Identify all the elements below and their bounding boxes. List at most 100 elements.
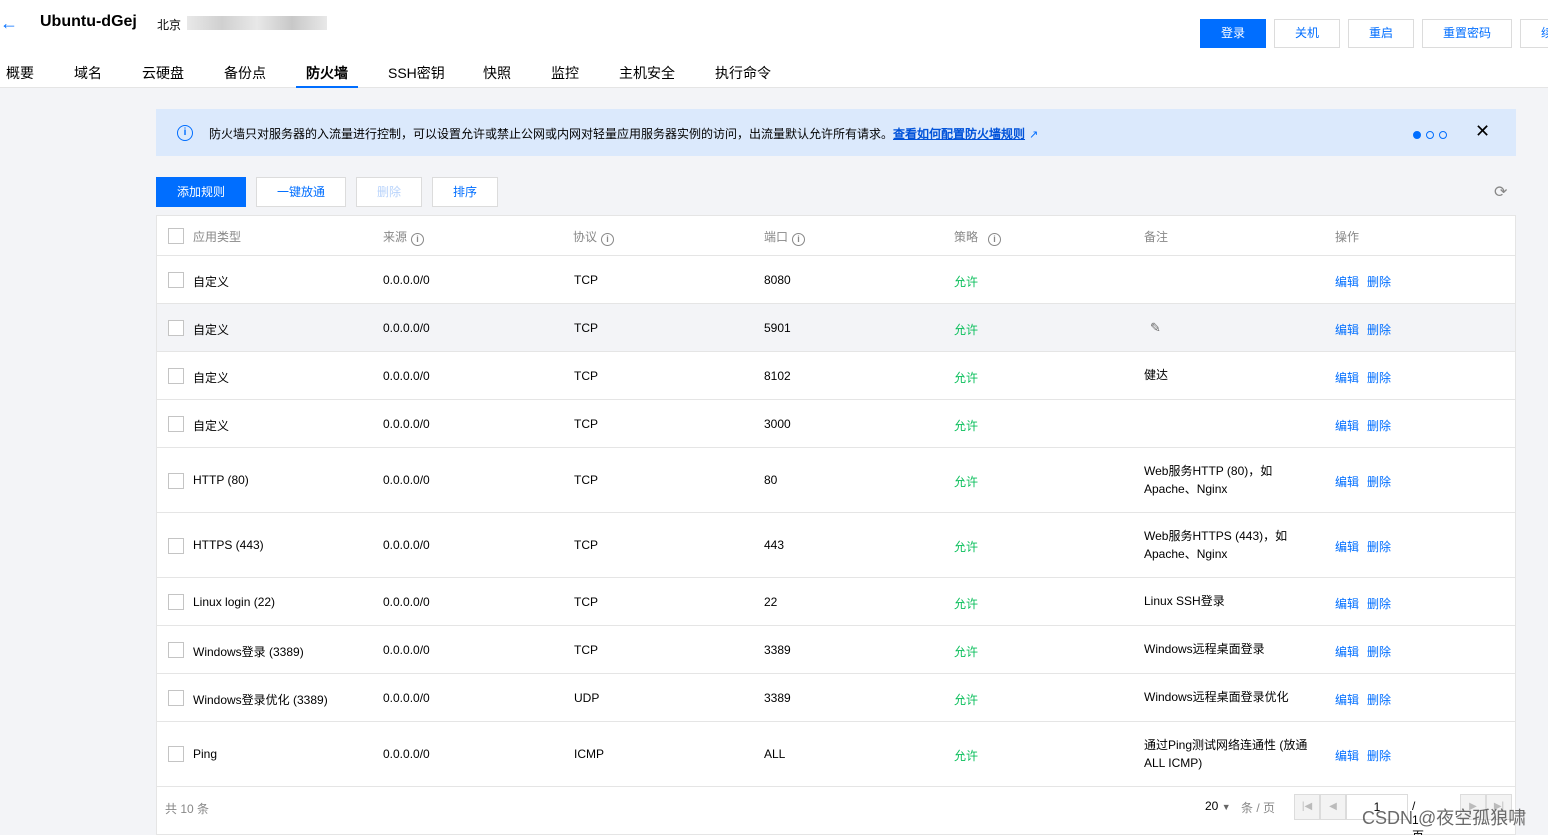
tab-monitoring[interactable]: 监控 <box>551 62 579 88</box>
delete-link[interactable]: 删除 <box>1367 371 1391 385</box>
tab-run-command[interactable]: 执行命令 <box>715 62 771 88</box>
delete-rules-button[interactable]: 删除 <box>356 177 422 207</box>
cell-protocol: TCP <box>574 273 598 287</box>
row-checkbox[interactable] <box>168 746 184 762</box>
row-checkbox[interactable] <box>168 642 184 658</box>
login-button[interactable]: 登录 <box>1200 19 1266 48</box>
row-checkbox[interactable] <box>168 272 184 288</box>
cell-policy: 允许 <box>954 275 979 289</box>
one-click-allow-button[interactable]: 一键放通 <box>256 177 346 207</box>
restart-button[interactable]: 重启 <box>1348 19 1414 48</box>
masked-ip <box>187 16 327 30</box>
page-size-select[interactable]: 20 ▼ <box>1205 799 1231 813</box>
tab-host-security[interactable]: 主机安全 <box>619 62 675 88</box>
row-checkbox[interactable] <box>168 416 184 432</box>
delete-link[interactable]: 删除 <box>1367 749 1391 763</box>
cell-source: 0.0.0.0/0 <box>383 538 430 552</box>
row-actions: 编辑 删除 <box>1335 473 1399 490</box>
add-rule-button[interactable]: 添加规则 <box>156 177 246 207</box>
info-icon[interactable]: i <box>411 233 425 246</box>
edit-link[interactable]: 编辑 <box>1335 597 1359 611</box>
delete-link[interactable]: 删除 <box>1367 540 1391 554</box>
table-row: 自定义 0.0.0.0/0 TCP 3000 允许 编辑 删除 <box>157 400 1515 448</box>
header-app-type: 应用类型 <box>193 230 242 244</box>
tab-overview[interactable]: 概要 <box>6 62 34 88</box>
delete-link[interactable]: 删除 <box>1367 475 1391 489</box>
row-checkbox[interactable] <box>168 320 184 336</box>
firewall-help-link[interactable]: 查看如何配置防火墙规则 <box>893 127 1025 141</box>
reset-password-button[interactable]: 重置密码 <box>1422 19 1512 48</box>
edit-link[interactable]: 编辑 <box>1335 540 1359 554</box>
tab-backup[interactable]: 备份点 <box>224 62 266 88</box>
delete-link[interactable]: 删除 <box>1367 597 1391 611</box>
cell-remark-line2: ALL ICMP) <box>1144 756 1203 770</box>
prev-page-icon[interactable]: ◀ <box>1320 794 1346 820</box>
tab-domain[interactable]: 域名 <box>74 62 102 88</box>
carousel-dot[interactable] <box>1439 131 1447 139</box>
cell-policy: 允许 <box>954 597 979 611</box>
cell-remark-line2: Apache、Nginx <box>1144 482 1228 496</box>
cell-source: 0.0.0.0/0 <box>383 273 430 287</box>
delete-link[interactable]: 删除 <box>1367 323 1391 337</box>
edit-link[interactable]: 编辑 <box>1335 419 1359 433</box>
cell-app-type: 自定义 <box>193 323 230 337</box>
refresh-icon[interactable]: ⟳ <box>1494 182 1507 202</box>
delete-link[interactable]: 删除 <box>1367 693 1391 707</box>
cell-remark: Web服务HTTPS (443)，如 <box>1144 529 1288 543</box>
shutdown-button[interactable]: 关机 <box>1274 19 1340 48</box>
table-row: 自定义 0.0.0.0/0 TCP 8080 允许 编辑 删除 <box>157 256 1515 304</box>
cell-source: 0.0.0.0/0 <box>383 417 430 431</box>
row-actions: 编辑 删除 <box>1335 691 1399 708</box>
external-link-icon[interactable]: ↗ <box>1029 128 1038 141</box>
sort-button[interactable]: 排序 <box>432 177 498 207</box>
row-actions: 编辑 删除 <box>1335 417 1399 434</box>
row-checkbox[interactable] <box>168 690 184 706</box>
cell-app-type: 自定义 <box>193 419 230 433</box>
tab-ssh-keys[interactable]: SSH密钥 <box>388 62 445 88</box>
cell-protocol: ICMP <box>574 747 604 761</box>
edit-link[interactable]: 编辑 <box>1335 475 1359 489</box>
row-checkbox[interactable] <box>168 368 184 384</box>
close-icon[interactable]: ✕ <box>1475 122 1490 140</box>
arrow-left-icon[interactable]: ← <box>0 14 18 32</box>
edit-link[interactable]: 编辑 <box>1335 371 1359 385</box>
edit-link[interactable]: 编辑 <box>1335 693 1359 707</box>
select-all-checkbox[interactable] <box>168 228 184 244</box>
cell-app-type: 自定义 <box>193 275 230 289</box>
carousel-dot[interactable] <box>1426 131 1434 139</box>
tab-cloud-disk[interactable]: 云硬盘 <box>142 62 184 88</box>
edit-link[interactable]: 编辑 <box>1335 323 1359 337</box>
cell-remark: 健达 <box>1144 368 1169 382</box>
cell-port: 80 <box>764 473 778 487</box>
tab-firewall[interactable]: 防火墙 <box>296 62 358 88</box>
delete-link[interactable]: 删除 <box>1367 419 1391 433</box>
delete-link[interactable]: 删除 <box>1367 275 1391 289</box>
cell-source: 0.0.0.0/0 <box>383 369 430 383</box>
info-icon[interactable]: i <box>988 233 1002 246</box>
cell-source: 0.0.0.0/0 <box>383 691 430 705</box>
table-row: Linux login (22) 0.0.0.0/0 TCP 22 允许 Lin… <box>157 578 1515 626</box>
pencil-icon[interactable]: ✎ <box>1150 320 1161 336</box>
first-page-icon[interactable]: |◀ <box>1294 794 1320 820</box>
header-policy-label: 策略 <box>954 230 979 244</box>
edit-link[interactable]: 编辑 <box>1335 749 1359 763</box>
row-checkbox[interactable] <box>168 473 184 489</box>
row-checkbox[interactable] <box>168 594 184 610</box>
tab-snapshots[interactable]: 快照 <box>483 62 511 88</box>
cell-source: 0.0.0.0/0 <box>383 747 430 761</box>
renew-button[interactable]: 续 <box>1520 19 1548 48</box>
cell-remark: Linux SSH登录 <box>1144 594 1225 608</box>
cell-source: 0.0.0.0/0 <box>383 643 430 657</box>
row-actions: 编辑 删除 <box>1335 321 1399 338</box>
carousel-dot[interactable] <box>1413 131 1421 139</box>
row-checkbox[interactable] <box>168 538 184 554</box>
notice-text: 防火墙只对服务器的入流量进行控制，可以设置允许或禁止公网或内网对轻量应用服务器实… <box>209 125 1038 142</box>
delete-link[interactable]: 删除 <box>1367 645 1391 659</box>
cell-protocol: UDP <box>574 691 600 705</box>
cell-port: 3389 <box>764 643 791 657</box>
info-icon[interactable]: i <box>792 233 806 246</box>
edit-link[interactable]: 编辑 <box>1335 645 1359 659</box>
cell-app-type: Ping <box>193 747 218 761</box>
edit-link[interactable]: 编辑 <box>1335 275 1359 289</box>
info-icon[interactable]: i <box>601 233 615 246</box>
